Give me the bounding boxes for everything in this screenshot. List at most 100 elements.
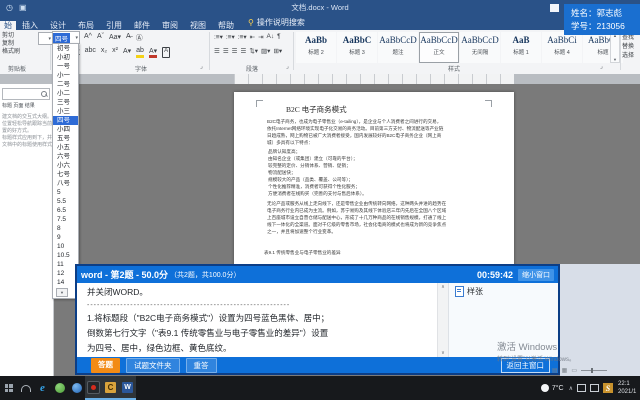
doc-paragraph-2[interactable]: 无论产品或服务从线上走向线下，还是零售企业由传统转向网络，这种两头并进的趋势在电…: [258, 200, 494, 235]
gallery-down-icon[interactable]: ▼: [613, 57, 617, 62]
exam-scrollbar[interactable]: ∧ ∨: [437, 283, 448, 357]
style-cell[interactable]: AaBb 标题 2: [296, 32, 336, 63]
ribbon-tab[interactable]: 帮助: [212, 21, 240, 30]
style-cell[interactable]: AaBbCcD 正文: [419, 32, 459, 63]
taskbar-green-browser[interactable]: [51, 376, 68, 400]
font-size-option[interactable]: 10.5: [53, 251, 78, 260]
zoom-slider-handle[interactable]: [591, 368, 593, 373]
start-button[interactable]: [0, 376, 17, 400]
horizontal-ruler[interactable]: [0, 74, 640, 84]
editing-button[interactable]: 查找: [622, 34, 634, 43]
scroll-up-icon[interactable]: ∧: [441, 284, 445, 290]
paragraph-format-icon[interactable]: ☰: [223, 47, 229, 55]
editing-button[interactable]: 选择: [622, 52, 634, 61]
font-format-icon[interactable]: A▾: [123, 47, 131, 58]
ribbon-tab[interactable]: 邮件: [128, 21, 156, 30]
font-size-option[interactable]: 6.5: [53, 206, 78, 215]
taskbar-word[interactable]: W: [119, 376, 136, 400]
font-size-option[interactable]: 小五: [53, 143, 78, 152]
nav-search-input[interactable]: [2, 88, 50, 100]
taskbar-headset-app[interactable]: [17, 376, 34, 400]
font-size-option[interactable]: 四号: [53, 116, 78, 125]
ribbon-tab[interactable]: 始: [0, 21, 16, 30]
paragraph-tool-icon[interactable]: :≡▾: [214, 33, 223, 41]
document-heading[interactable]: B2C 电子商务模式: [286, 104, 347, 115]
styles-dialog-launcher-icon[interactable]: ⌟: [600, 63, 603, 70]
clipboard-button[interactable]: 剪切: [2, 32, 20, 40]
paragraph-format-icon[interactable]: ▨▾: [261, 47, 270, 55]
editing-button[interactable]: 替换: [622, 43, 634, 52]
font-size-option[interactable]: 小四: [53, 125, 78, 134]
tray-chevron-icon[interactable]: ∧: [569, 385, 573, 392]
style-cell[interactable]: AaBbC 标题 3: [337, 32, 377, 63]
style-cell[interactable]: AaBbCcD 无间隔: [460, 32, 500, 63]
paragraph-dialog-launcher-icon[interactable]: ⌟: [286, 63, 289, 70]
font-size-option[interactable]: 小三: [53, 107, 78, 116]
exam-overlay-header[interactable]: word - 第2题 - 50.0分 （共2题，共100.0分） 00:59:4…: [77, 266, 558, 283]
font-format-icon[interactable]: A▾: [149, 47, 157, 58]
paragraph-tool-icon[interactable]: ⇥: [258, 33, 263, 41]
exam-footer-button[interactable]: 重答: [186, 358, 217, 373]
read-mode-icon[interactable]: ▤: [552, 367, 558, 374]
taskbar-ie[interactable]: e: [34, 376, 51, 400]
doc-paragraph-1[interactable]: B2C电子商务，也成为电子零售业（e-tailing），是企业与个人消费者之间进…: [258, 118, 494, 146]
nav-tabs[interactable]: 标题 页面 结果: [2, 102, 35, 109]
font-size-option[interactable]: 小初: [53, 53, 78, 62]
paragraph-tool-icon[interactable]: :≡▾: [238, 33, 247, 41]
minimize-button[interactable]: [550, 4, 559, 12]
paragraph-tool-icon[interactable]: A↓: [267, 33, 275, 41]
doc-bullet-list[interactable]: 品牌认知度高；由知名企业（或集团）建立（可靠的平台）；较完整的定价、分销体系、营…: [268, 148, 494, 197]
sample-file-item[interactable]: 样张: [455, 286, 558, 297]
paragraph-tool-icon[interactable]: ⇤: [250, 33, 255, 41]
font-size-option[interactable]: 一号: [53, 62, 78, 71]
scroll-down-icon[interactable]: ▼: [56, 288, 68, 297]
network-icon[interactable]: [590, 384, 599, 392]
font-size-option[interactable]: 小二: [53, 89, 78, 98]
font-size-option[interactable]: 初号: [53, 44, 78, 53]
font-size-option[interactable]: 三号: [53, 98, 78, 107]
paragraph-tool-icon[interactable]: :≡▾: [226, 33, 235, 41]
zoom-slider[interactable]: [581, 370, 607, 371]
paragraph-format-icon[interactable]: ⊞▾: [273, 47, 282, 55]
paragraph-format-icon[interactable]: ☰: [240, 47, 246, 55]
exam-footer-button[interactable]: 答题: [91, 358, 120, 373]
input-method-icon[interactable]: S: [603, 383, 613, 393]
font-format-icon[interactable]: x₂: [101, 47, 107, 58]
font-size-option[interactable]: 六号: [53, 152, 78, 161]
paragraph-format-icon[interactable]: ☰: [232, 47, 238, 55]
taskbar-clock[interactable]: 22:1 2021/1: [618, 380, 640, 396]
weather-widget[interactable]: 7°C: [541, 384, 564, 392]
tell-me-box[interactable]: ⚲ 操作说明搜索: [240, 15, 305, 30]
font-size-option[interactable]: 5: [53, 188, 78, 197]
ribbon-tab[interactable]: 视图: [184, 21, 212, 30]
ribbon-tab[interactable]: 设计: [44, 21, 72, 30]
taskbar-blue-browser[interactable]: [68, 376, 85, 400]
clipboard-button[interactable]: 复制: [2, 40, 20, 48]
font-size-option[interactable]: 小一: [53, 71, 78, 80]
ribbon-tab[interactable]: 布局: [72, 21, 100, 30]
font-tool-icon[interactable]: A̶: [126, 33, 131, 43]
font-tool-icon[interactable]: Aa▾: [109, 33, 121, 43]
clipboard-button[interactable]: 格式刷: [2, 48, 20, 56]
taskbar-exam-client[interactable]: C: [102, 376, 119, 400]
shrink-window-button[interactable]: 缩小窗口: [518, 269, 554, 281]
paragraph-format-icon[interactable]: ☰: [214, 47, 220, 55]
font-size-option[interactable]: 5.5: [53, 197, 78, 206]
font-size-option[interactable]: 二号: [53, 80, 78, 89]
font-tool-icon[interactable]: Ⓐ: [136, 33, 143, 43]
font-size-option[interactable]: 8: [53, 224, 78, 233]
font-format-icon[interactable]: A: [162, 47, 170, 58]
font-name-combo[interactable]: ▾: [38, 32, 53, 45]
font-tool-icon[interactable]: Aˇ: [97, 33, 104, 43]
exam-footer-button[interactable]: 试题文件夹: [126, 358, 180, 373]
style-cell[interactable]: AaBbCi 标题 4: [542, 32, 582, 63]
ribbon-tab[interactable]: 引用: [100, 21, 128, 30]
font-size-option[interactable]: 10: [53, 242, 78, 251]
font-size-option[interactable]: 八号: [53, 179, 78, 188]
ribbon-tab[interactable]: 审阅: [156, 21, 184, 30]
paragraph-format-icon[interactable]: ⇅▾: [249, 47, 258, 55]
speaker-icon[interactable]: [577, 384, 586, 392]
font-format-icon[interactable]: abc: [85, 47, 96, 58]
font-size-option[interactable]: 7.5: [53, 215, 78, 224]
print-layout-icon[interactable]: ▦: [562, 367, 568, 374]
